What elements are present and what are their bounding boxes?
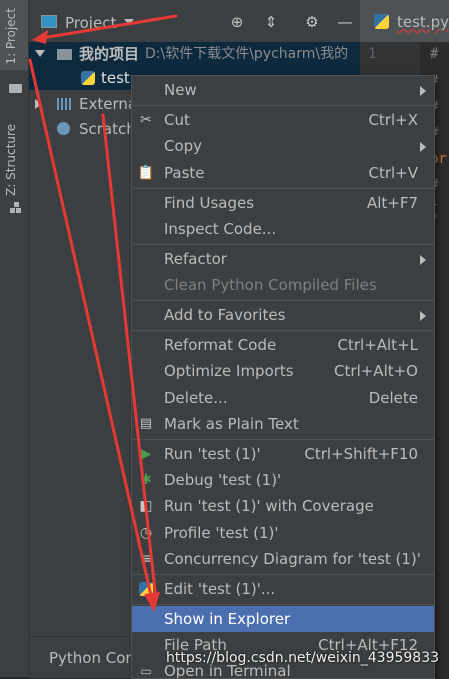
- project-panel-title[interactable]: Project: [65, 14, 116, 32]
- menu-item-edit-config[interactable]: Edit 'test (1)'...: [132, 576, 434, 602]
- expanded-arrow-icon[interactable]: [35, 50, 45, 57]
- menu-item-show-in-explorer[interactable]: Show in Explorer: [132, 606, 434, 632]
- menu-item-profile[interactable]: ◷ Profile 'test (1)': [132, 520, 434, 546]
- menu-item-delete[interactable]: Delete... Delete: [132, 385, 434, 411]
- project-tool-tab[interactable]: 1: Project: [0, 0, 28, 70]
- menu-item-add-to-favorites[interactable]: Add to Favorites: [132, 302, 434, 328]
- python-file-icon: [81, 71, 95, 85]
- menu-item-reformat-code[interactable]: Reformat Code Ctrl+Alt+L: [132, 332, 434, 358]
- tree-row-project-root[interactable]: 我的项目 D:\软件下载文件\pycharm\我的: [29, 42, 360, 66]
- submenu-arrow-icon: [420, 311, 426, 321]
- concurrency-icon: ≡: [140, 551, 152, 567]
- structure-icon: [10, 202, 21, 214]
- menu-item-find-usages[interactable]: Find Usages Alt+F7: [132, 190, 434, 216]
- menu-item-copy[interactable]: Copy: [132, 133, 434, 159]
- python-icon: [137, 580, 155, 598]
- context-menu: New ✂ Cut Ctrl+X Copy 📋 Paste Ctrl+V Find …: [131, 75, 435, 679]
- debug-icon: ✱: [140, 472, 152, 488]
- menu-separator: [132, 300, 434, 301]
- minimize-icon[interactable]: —: [335, 12, 355, 32]
- external-libraries-label: Externa: [79, 95, 138, 113]
- menu-separator: [132, 105, 434, 106]
- tool-window-strip: 1: Project Z: Structure: [0, 0, 29, 677]
- menu-item-run[interactable]: ▶ Run 'test (1)' Ctrl+Shift+F10: [132, 441, 434, 467]
- menu-separator: [132, 188, 434, 189]
- menu-item-cut[interactable]: ✂ Cut Ctrl+X: [132, 107, 434, 133]
- menu-item-concurrency-diagram[interactable]: ≡ Concurrency Diagram for 'test (1)': [132, 546, 434, 572]
- library-icon: [57, 98, 71, 110]
- code-fragment: #: [430, 46, 439, 62]
- run-icon: ▶: [140, 446, 152, 462]
- project-tab-label: 1: Project: [4, 8, 18, 65]
- menu-separator: [132, 439, 434, 440]
- folder-icon: [9, 84, 22, 93]
- menu-separator: [132, 574, 434, 575]
- folder-icon: [57, 49, 72, 60]
- profile-icon: ◷: [139, 525, 153, 541]
- menu-item-new[interactable]: New: [132, 77, 434, 103]
- submenu-arrow-icon: [420, 142, 426, 152]
- menu-item-debug[interactable]: ✱ Debug 'test (1)': [132, 467, 434, 493]
- dropdown-icon[interactable]: [124, 19, 134, 25]
- terminal-icon: ▭: [140, 664, 152, 678]
- menu-item-inspect-code[interactable]: Inspect Code...: [132, 216, 434, 242]
- scratches-label: Scratch: [79, 120, 136, 138]
- gear-icon[interactable]: ⚙: [302, 12, 322, 32]
- clipboard-icon: 📋: [137, 165, 155, 181]
- editor-tab-label: test.py: [397, 13, 449, 31]
- python-console-label: Python Con: [49, 649, 135, 667]
- structure-tool-tab[interactable]: Z: Structure: [4, 124, 18, 196]
- project-panel-header: Project ⊕ ⇕ ⚙ —: [29, 0, 360, 43]
- scratches-icon: [57, 122, 70, 135]
- project-root-path: D:\软件下载文件\pycharm\我的: [145, 46, 349, 62]
- menu-item-paste[interactable]: 📋 Paste Ctrl+V: [132, 160, 434, 186]
- coverage-icon: ◧: [139, 498, 153, 514]
- menu-separator: [132, 244, 434, 245]
- menu-item-clean-compiled: Clean Python Compiled Files: [164, 276, 377, 294]
- crosshair-icon[interactable]: ⊕: [227, 12, 247, 32]
- line-number: 1: [368, 46, 377, 62]
- menu-separator: [132, 330, 434, 331]
- project-window-icon: [41, 15, 57, 28]
- menu-separator: [132, 604, 434, 605]
- collapse-all-icon[interactable]: ⇕: [261, 12, 281, 32]
- editor-tab-test-py[interactable]: test.py: [360, 0, 449, 43]
- menu-item-mark-plain-text[interactable]: ▤ Mark as Plain Text: [132, 411, 434, 437]
- menu-item-run-coverage[interactable]: ◧ Run 'test (1)' with Coverage: [132, 493, 434, 519]
- plain-text-icon: ▤: [139, 416, 153, 431]
- menu-item-refactor[interactable]: Refactor: [132, 246, 434, 272]
- project-root-label: 我的项目: [79, 45, 140, 63]
- watermark: https://blog.csdn.net/weixin_43959833: [166, 650, 440, 666]
- test-file-label: test.: [101, 69, 135, 87]
- submenu-arrow-icon: [420, 86, 426, 96]
- python-file-icon: [374, 14, 389, 29]
- scissors-icon: ✂: [140, 112, 152, 128]
- collapsed-arrow-icon[interactable]: [35, 99, 42, 109]
- menu-item-optimize-imports[interactable]: Optimize Imports Ctrl+Alt+O: [132, 358, 434, 384]
- submenu-arrow-icon: [420, 255, 426, 265]
